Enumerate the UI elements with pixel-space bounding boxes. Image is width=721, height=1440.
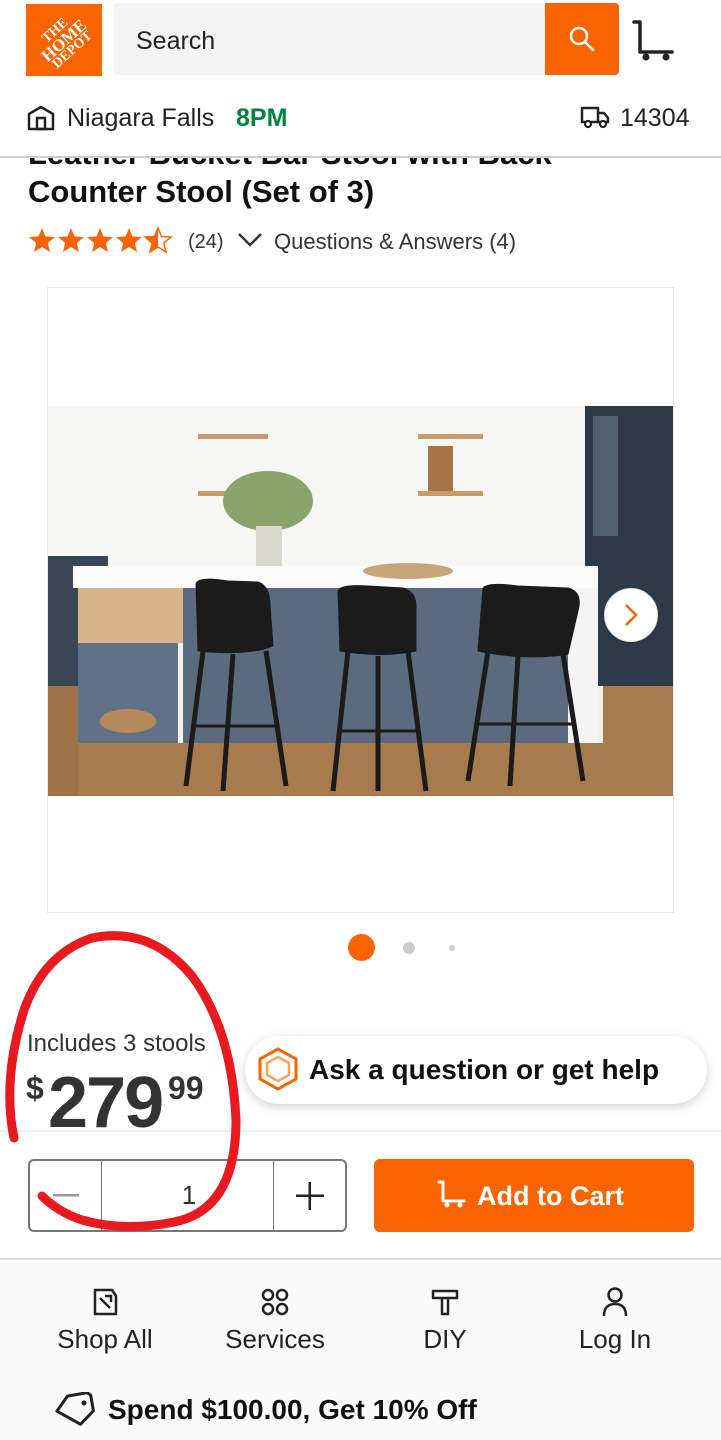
logo-text: THE HOME DEPOT (31, 7, 97, 72)
shop-all-icon (93, 1288, 118, 1316)
rating-stars-icon[interactable] (28, 226, 178, 256)
plus-icon (295, 1181, 324, 1210)
delivery-zip[interactable]: 14304 (620, 104, 690, 133)
questions-answers-link[interactable]: Questions & Answers (4) (274, 229, 516, 255)
search-button[interactable] (545, 3, 619, 75)
services-icon (261, 1288, 289, 1316)
nav-label: Log In (578, 1324, 652, 1354)
product-photo (48, 406, 673, 796)
search-input[interactable]: Search (114, 3, 619, 75)
ask-question-label: Ask a question or get help (309, 1054, 660, 1085)
ask-question-button[interactable]: Ask a question or get help (245, 1036, 707, 1104)
product-image-gallery[interactable] (47, 287, 674, 913)
search-placeholder: Search (136, 27, 216, 55)
pagination-dot[interactable] (449, 945, 455, 951)
nav-label: Shop All (57, 1324, 153, 1354)
nav-label: DIY (423, 1324, 467, 1354)
pagination-dot[interactable] (403, 942, 415, 954)
tag-icon (55, 1392, 95, 1426)
divider (0, 1130, 721, 1132)
nav-item-log-in[interactable]: Log In (530, 1282, 700, 1362)
divider (0, 1258, 721, 1260)
nav-item-shop-all[interactable]: Shop All (20, 1282, 190, 1362)
store-hours: 8PM (236, 104, 288, 132)
product-title-line-1: Leather Bucket Bar Stool with Back (28, 158, 552, 172)
user-icon (602, 1287, 628, 1317)
rating-row: (24) Questions & Answers (4) (28, 226, 688, 258)
quantity-stepper: 1 (28, 1159, 347, 1232)
decrease-quantity-button[interactable] (30, 1161, 102, 1230)
add-to-cart-label: Add to Cart (477, 1181, 624, 1211)
header: THE HOME DEPOT Search (0, 0, 721, 82)
minus-icon (52, 1193, 79, 1196)
nav-label: Services (225, 1324, 325, 1354)
help-hexagon-icon (258, 1047, 298, 1091)
cart-icon (437, 1180, 466, 1208)
store-row[interactable]: Niagara Falls 8PM 14304 (0, 92, 721, 142)
store-icon (27, 105, 55, 131)
increase-quantity-button[interactable] (273, 1161, 345, 1230)
includes-text: Includes 3 stools (27, 1030, 206, 1057)
search-icon (569, 26, 595, 52)
price-currency: $ (26, 1070, 44, 1106)
pagination-dot-active[interactable] (348, 934, 375, 961)
add-to-cart-button[interactable]: Add to Cart (374, 1159, 694, 1232)
bottom-nav: Shop All Services DIY Log In (0, 1262, 721, 1372)
promo-banner[interactable]: Spend $100.00, Get 10% Off (0, 1372, 721, 1440)
store-name[interactable]: Niagara Falls (67, 104, 214, 133)
product-title: Counter Stool (Set of 3) (28, 174, 375, 209)
chevron-down-icon[interactable] (236, 230, 264, 250)
nav-item-services[interactable]: Services (190, 1282, 360, 1362)
quantity-input[interactable]: 1 (102, 1161, 276, 1230)
chevron-right-icon (625, 604, 638, 626)
gallery-pagination (348, 934, 468, 962)
promo-text: Spend $100.00, Get 10% Off (108, 1394, 477, 1425)
price-cents: 99 (168, 1070, 204, 1106)
next-image-button[interactable] (604, 588, 658, 642)
diy-icon (431, 1289, 459, 1316)
review-count[interactable]: (24) (188, 231, 224, 254)
nav-item-diy[interactable]: DIY (360, 1282, 530, 1362)
home-depot-logo[interactable]: THE HOME DEPOT (26, 4, 102, 76)
delivery-truck-icon (580, 106, 610, 129)
cart-icon[interactable] (630, 18, 678, 62)
